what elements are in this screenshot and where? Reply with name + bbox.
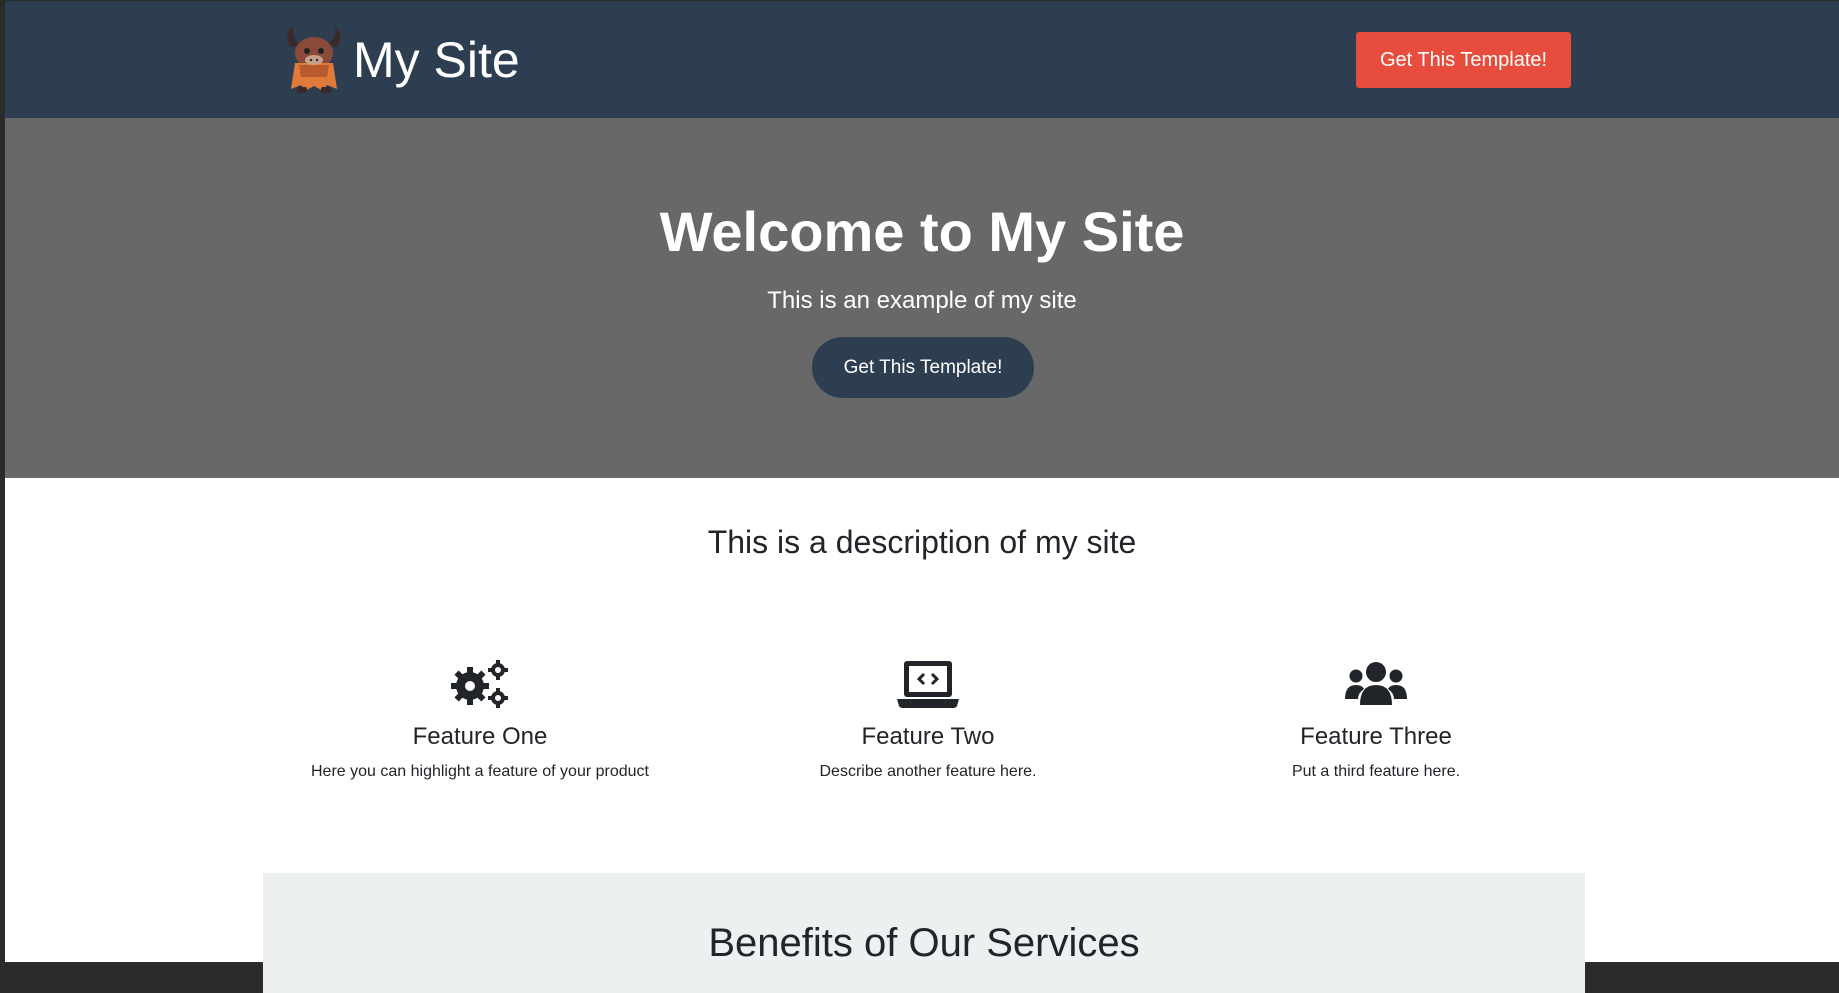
brand-link[interactable]: My Site bbox=[283, 24, 520, 96]
get-template-button-nav[interactable]: Get This Template! bbox=[1356, 32, 1571, 88]
users-icon bbox=[1152, 656, 1600, 711]
laptop-code-icon bbox=[704, 656, 1152, 711]
feature-title: Feature Three bbox=[1300, 723, 1452, 750]
feature-card: Feature One Here you can highlight a fea… bbox=[256, 656, 704, 781]
benefits-section: Benefits of Our Services bbox=[263, 873, 1585, 993]
feature-text: Describe another feature here. bbox=[819, 763, 1037, 780]
site-description: This is a description of my site bbox=[707, 524, 1137, 560]
feature-title: Feature One bbox=[412, 723, 548, 750]
get-template-button-hero[interactable]: Get This Template! bbox=[812, 337, 1034, 398]
page: My Site Get This Template! Welcome to My… bbox=[5, 1, 1839, 993]
benefits-title: Benefits of Our Services bbox=[708, 921, 1140, 965]
hero-section: Welcome to My Site This is an example of… bbox=[5, 118, 1839, 478]
hero-subtitle: This is an example of my site bbox=[767, 287, 1077, 314]
brand-name: My Site bbox=[353, 32, 520, 88]
yak-mascot-icon bbox=[283, 25, 345, 95]
hero-title: Welcome to My Site bbox=[659, 200, 1185, 263]
feature-text: Here you can highlight a feature of your… bbox=[311, 763, 649, 780]
gears-icon bbox=[256, 656, 704, 711]
feature-card: Feature Three Put a third feature here. bbox=[1152, 656, 1600, 781]
feature-text: Put a third feature here. bbox=[1291, 763, 1461, 780]
feature-title: Feature Two bbox=[861, 723, 995, 750]
feature-card: Feature Two Describe another feature her… bbox=[704, 656, 1152, 781]
navbar: My Site Get This Template! bbox=[5, 1, 1839, 118]
